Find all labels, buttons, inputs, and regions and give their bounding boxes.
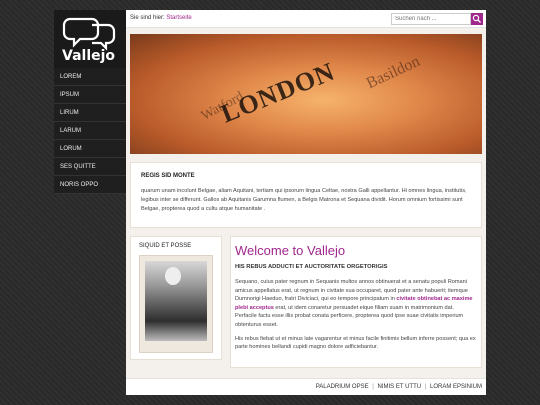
intro-panel: REGIS SID MONTE quarum unam incolunt Bel…	[130, 162, 482, 228]
nav-item-noris-oppo[interactable]: NORIS OPPO	[54, 176, 126, 194]
footer-separator: |	[424, 384, 427, 390]
logo[interactable]: Vallejo	[54, 10, 126, 68]
search-button[interactable]	[471, 13, 483, 25]
top-bar: Sie sind hier: Startseite	[126, 10, 486, 28]
footer-link-nimis[interactable]: NIMIS ET UTTU	[378, 384, 422, 390]
sidebar: Vallejo LOREM IPSUM LIRUM LARUM LORUM SE…	[54, 10, 126, 194]
side-panel-title: SIQUID ET POSSE	[139, 243, 192, 249]
footer-separator: |	[372, 384, 374, 390]
intro-title: REGIS SID MONTE	[141, 173, 195, 179]
side-panel: SIQUID ET POSSE	[130, 236, 222, 360]
nav-item-lorem[interactable]: LOREM	[54, 68, 126, 86]
footer-links: PALADRIUM OPSE | NIMIS ET UTTU | LORAM E…	[316, 384, 482, 390]
search-input[interactable]	[391, 13, 471, 25]
breadcrumb: Sie sind hier: Startseite	[130, 15, 192, 21]
speech-bubbles-icon	[62, 17, 116, 51]
intro-text: quarum unam incolunt Belgae, aliam Aquit…	[141, 188, 467, 212]
article-paragraph-2: His rebus fiebat ut et minus late vagare…	[235, 335, 476, 351]
main-content: Sie sind hier: Startseite Watford LONDON…	[126, 10, 486, 395]
logo-text: Vallejo	[62, 48, 116, 64]
footer: PALADRIUM OPSE | NIMIS ET UTTU | LORAM E…	[126, 378, 486, 395]
breadcrumb-prefix: Sie sind hier:	[130, 15, 165, 21]
page-title: Welcome to Vallejo	[235, 243, 346, 258]
hero-label-london: LONDON	[216, 56, 339, 129]
nav-menu: LOREM IPSUM LIRUM LARUM LORUM SES QUITTE…	[54, 68, 126, 194]
hero-map-image: Watford LONDON Basildon	[130, 34, 482, 154]
article-subheading: HIS REBUS ADDUCTI ET AUCTORITATE ORGETOR…	[235, 264, 388, 270]
portrait-photo	[145, 261, 207, 341]
nav-item-ses-quitte[interactable]: SES QUITTE	[54, 158, 126, 176]
search-icon	[472, 14, 481, 23]
footer-link-loram[interactable]: LORAM EPSINIUM	[430, 384, 482, 390]
nav-item-lirum[interactable]: LIRUM	[54, 104, 126, 122]
footer-link-paladrium[interactable]: PALADRIUM OPSE	[316, 384, 369, 390]
nav-item-ipsum[interactable]: IPSUM	[54, 86, 126, 104]
breadcrumb-home-link[interactable]: Startseite	[166, 15, 191, 21]
article-panel: Welcome to Vallejo HIS REBUS ADDUCTI ET …	[230, 236, 482, 368]
nav-item-lorum[interactable]: LORUM	[54, 140, 126, 158]
hero-label-basildon: Basildon	[363, 52, 423, 93]
article-body: Sequano, cuius pater regnum in Sequanis …	[235, 278, 477, 352]
photo-frame	[139, 255, 213, 353]
nav-item-larum[interactable]: LARUM	[54, 122, 126, 140]
portrait-head	[165, 267, 181, 285]
article-paragraph-1: Sequano, cuius pater regnum in Sequanis …	[235, 278, 477, 330]
